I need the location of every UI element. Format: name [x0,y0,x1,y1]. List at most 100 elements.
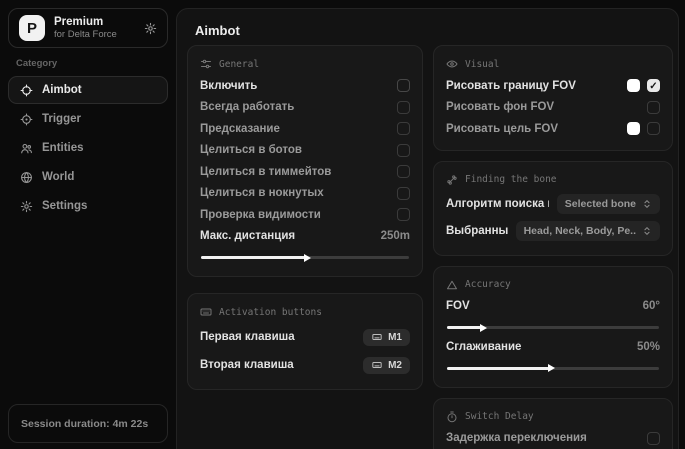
card-general: General Включить Всегда работать Предска… [187,45,423,277]
sidebar: P Premium for Delta Force Category Aimbo… [0,0,176,449]
stopwatch-icon [446,411,458,423]
slider-value: 50% [637,341,660,353]
visual-label: Рисовать границу FOV [446,80,576,92]
checkbox-prediction[interactable] [397,122,410,135]
card-bone-header: Finding the bone [446,174,660,186]
triangle-icon [446,279,458,291]
slider-label: FOV [446,300,470,312]
card-general-header: General [200,58,410,70]
card-title: General [219,59,259,70]
session-duration: Session duration: 4m 22s [8,404,168,443]
brand-text: Premium for Delta Force [54,15,135,41]
gear-icon[interactable] [144,22,157,35]
checkbox-always-work[interactable] [397,101,410,114]
sidebar-item-settings[interactable]: Settings [8,192,168,220]
sidebar-item-entities[interactable]: Entities [8,134,168,162]
keybind-button-m1[interactable]: M1 [363,329,410,346]
visual-row-fov-border: Рисовать границу FOV [446,75,660,97]
toggle-label: Целиться в тиммейтов [200,166,331,178]
slider-value: 250m [381,230,410,242]
keyboard-icon [371,360,383,370]
card-title: Switch Delay [465,411,534,422]
checkbox-visibility-check[interactable] [397,208,410,221]
sidebar-item-trigger[interactable]: Trigger [8,105,168,133]
bone-label: Алгоритм поиска кости [446,198,549,210]
checkbox-enable[interactable] [397,79,410,92]
card-accuracy-header: Accuracy [446,279,660,291]
checkbox-target-teammates[interactable] [397,165,410,178]
gear-icon [20,200,33,213]
color-swatch-fov-target[interactable] [627,122,640,135]
sidebar-item-label: Entities [42,142,84,154]
card-title: Accuracy [465,279,511,290]
color-swatch-fov-border[interactable] [627,79,640,92]
sidebar-item-world[interactable]: World [8,163,168,191]
bone-icon [446,174,458,186]
bone-label: Выбранные кости [446,225,508,237]
visual-row-fov-background: Рисовать фон FOV [446,97,660,119]
checkbox-switch-delay[interactable] [647,432,660,445]
selected-bones-select[interactable]: Head, Neck, Body, Pe.. [516,221,660,241]
trigger-icon [20,113,33,126]
keybind-label: Первая клавиша [200,331,295,343]
visual-row-fov-target: Рисовать цель FOV [446,118,660,140]
keybind-label: Вторая клавиша [200,359,294,371]
sliders-icon [200,58,212,70]
sidebar-item-label: Settings [42,200,87,212]
brand-card: P Premium for Delta Force [8,8,168,48]
toggle-label: Проверка видимости [200,209,321,221]
toggle-row-target-teammates: Целиться в тиммейтов [200,161,410,183]
card-visual: Visual Рисовать границу FOV Рисовать фон… [433,45,673,151]
toggle-label: Задержка переключения [446,432,587,444]
slider-fill [447,367,549,370]
keybind-value: M2 [388,360,402,371]
toggle-label: Целиться в ботов [200,144,302,156]
sidebar-item-label: World [42,171,74,183]
checkbox-fov-border[interactable] [647,79,660,92]
slider-label: Макс. дистанция [200,230,295,242]
slider-value: 60° [643,300,660,312]
toggle-row-prediction: Предсказание [200,118,410,140]
toggle-row-visibility-check: Проверка видимости [200,204,410,226]
checkbox-fov-background[interactable] [647,101,660,114]
card-switch-delay: Switch Delay Задержка переключения Задер… [433,398,673,449]
card-title: Activation buttons [219,307,322,318]
slider-row-smoothing: Сглаживание 50% [446,336,660,358]
keybind-row-first: Первая клавиша M1 [200,323,410,351]
world-icon [20,171,33,184]
fov-slider[interactable] [447,326,659,329]
toggle-row-target-knocked: Целиться в нокнутых [200,183,410,205]
chevron-updown-icon [642,226,652,236]
max-distance-slider[interactable] [201,256,409,259]
selected-value: Head, Neck, Body, Pe.. [524,225,636,237]
toggle-row-always-work: Всегда работать [200,97,410,119]
card-activation-buttons: Activation buttons Первая клавиша M1 Вто… [187,293,423,390]
toggle-label: Целиться в нокнутых [200,187,324,199]
sidebar-item-label: Aimbot [42,84,82,96]
smoothing-slider[interactable] [447,367,659,370]
bone-algorithm-select[interactable]: Selected bone [557,194,660,214]
card-title: Visual [465,59,499,70]
slider-fill [201,256,305,259]
eye-icon [446,58,458,70]
brand-title: Premium [54,15,135,29]
entities-icon [20,142,33,155]
keybind-value: M1 [388,332,402,343]
toggle-row-target-bots: Целиться в ботов [200,140,410,162]
checkbox-target-bots[interactable] [397,144,410,157]
card-title: Finding the bone [465,174,557,185]
card-visual-header: Visual [446,58,660,70]
keybind-button-m2[interactable]: M2 [363,357,410,374]
sidebar-item-aimbot[interactable]: Aimbot [8,76,168,104]
card-activation-header: Activation buttons [200,306,410,318]
bone-row-selected-bones: Выбранные кости Head, Neck, Body, Pe.. [446,218,660,245]
toggle-row-switch-delay: Задержка переключения [446,428,660,449]
brand-logo: P [19,15,45,41]
slider-label: Сглаживание [446,341,521,353]
crosshair-icon [20,84,33,97]
brand-subtitle: for Delta Force [54,29,135,41]
card-finding-bone: Finding the bone Алгоритм поиска кости S… [433,161,673,256]
checkbox-fov-target[interactable] [647,122,660,135]
checkbox-target-knocked[interactable] [397,187,410,200]
left-column: General Включить Всегда работать Предска… [187,45,423,390]
